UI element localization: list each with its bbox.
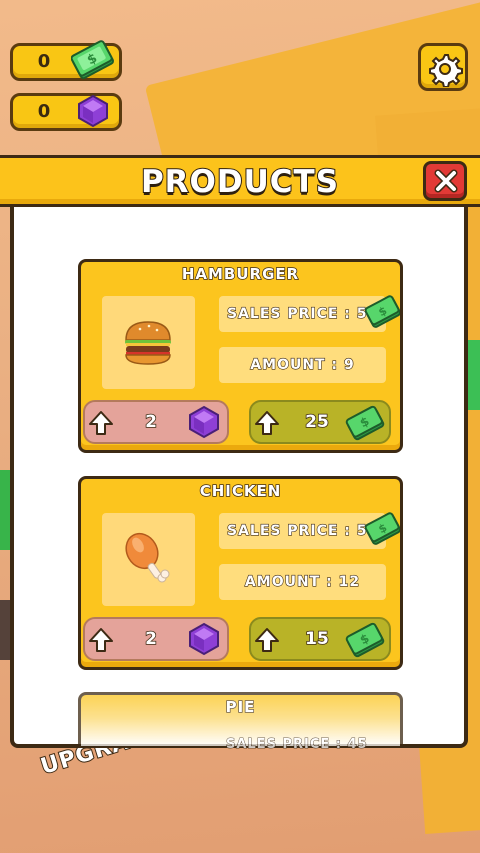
upgrade-with-gems-button[interactable]: 2 — [83, 617, 229, 661]
up-arrow-icon — [89, 628, 113, 652]
product-card-hamburger: HAMBURGER SALES PRICE : 5 $ AMOUNT : 9 2 — [78, 259, 403, 453]
gem-cost: 2 — [144, 411, 157, 433]
product-card-pie: PIE SALES PRICE : 45 — [78, 692, 403, 753]
gear-icon — [429, 54, 463, 87]
products-title-bar: PRODUCTS — [0, 155, 480, 207]
gem-cost: 2 — [144, 628, 157, 650]
cash-counter: 0 $ — [10, 40, 122, 82]
amount-label: AMOUNT : 12 — [219, 564, 386, 600]
close-icon — [434, 169, 458, 193]
gem-icon — [71, 90, 115, 132]
product-name: HAMBURGER — [181, 264, 300, 284]
cash-value: 0 — [37, 51, 51, 72]
cash-icon: $ — [70, 40, 115, 82]
sales-price-label: SALES PRICE : 5 — [219, 296, 386, 332]
up-arrow-icon — [89, 411, 113, 435]
sales-price-label: SALES PRICE : 5 — [219, 513, 386, 549]
product-card-chicken: CHICKEN SALES PRICE : 5 $ AMOUNT : 12 2 — [78, 476, 403, 670]
upgrade-with-cash-button[interactable]: 25 $ — [249, 400, 391, 444]
product-image — [102, 513, 195, 606]
product-name: PIE — [225, 697, 256, 717]
product-name: CHICKEN — [199, 481, 282, 501]
sales-price-label: SALES PRICE : 45 — [226, 737, 368, 753]
cash-icon: $ — [364, 511, 400, 551]
chicken-leg-icon — [125, 532, 170, 583]
hamburger-icon — [125, 321, 171, 365]
panel-title: PRODUCTS — [140, 163, 340, 201]
up-arrow-icon — [255, 411, 279, 435]
up-arrow-icon — [255, 628, 279, 652]
upgrade-with-cash-button[interactable]: 15 $ — [249, 617, 391, 661]
upgrade-with-gems-button[interactable]: 2 — [83, 400, 229, 444]
cash-cost: 25 — [304, 411, 329, 433]
cash-icon: $ — [345, 404, 385, 446]
settings-button[interactable] — [418, 43, 468, 91]
cash-icon: $ — [364, 294, 400, 334]
gem-icon — [185, 621, 223, 661]
close-button[interactable] — [423, 161, 467, 201]
gem-value: 0 — [37, 101, 51, 122]
cash-icon: $ — [345, 621, 385, 663]
cash-cost: 15 — [304, 628, 329, 650]
amount-label: AMOUNT : 9 — [219, 347, 386, 383]
gem-icon — [185, 404, 223, 444]
gem-counter: 0 — [10, 93, 122, 131]
product-image — [102, 296, 195, 389]
